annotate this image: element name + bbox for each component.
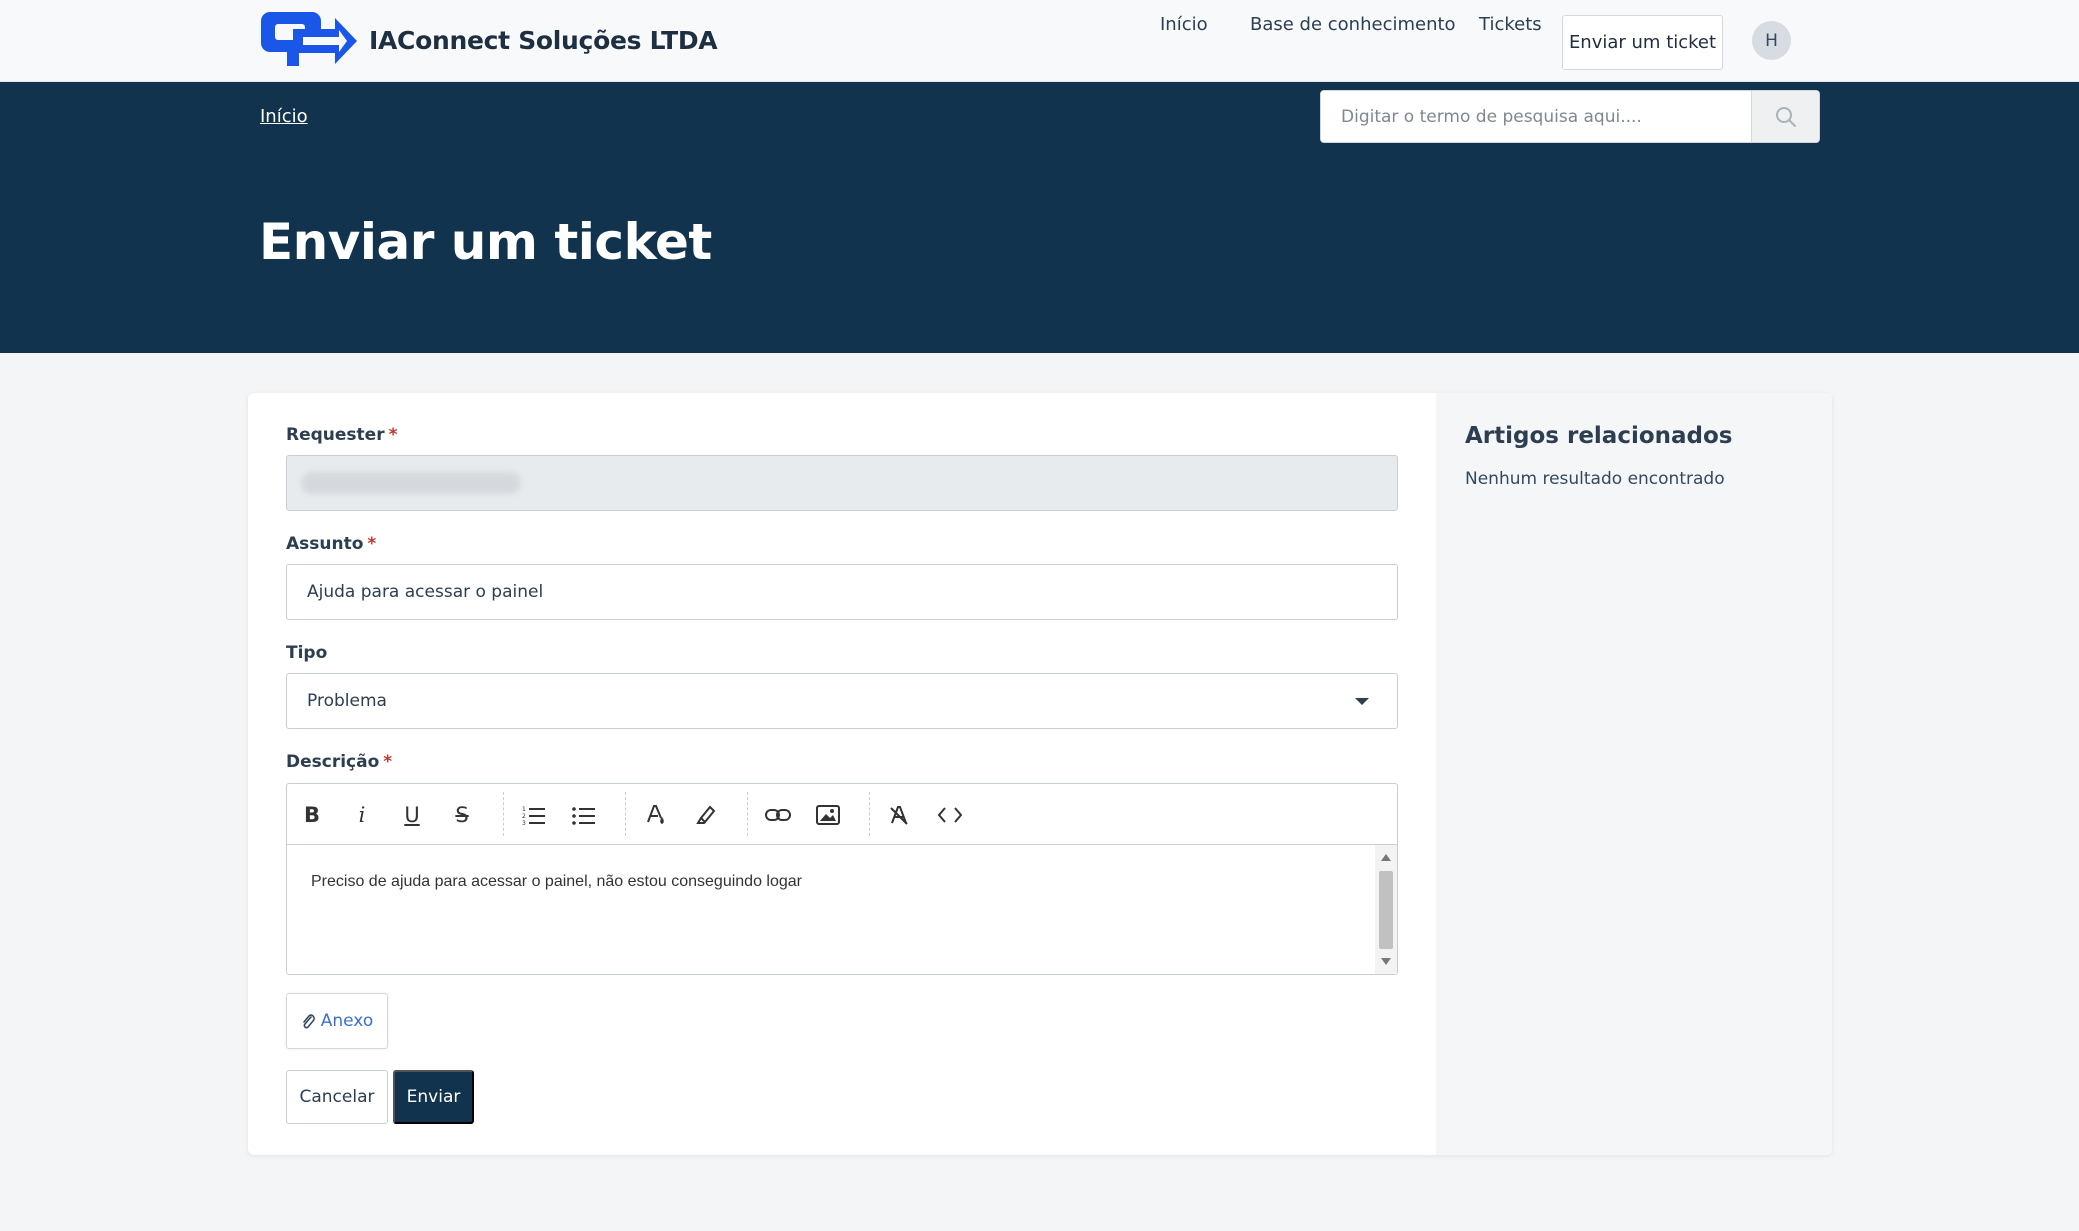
submit-button[interactable]: Enviar [393, 1070, 474, 1124]
type-selected-value: Problema [307, 691, 387, 711]
underline-button[interactable]: U [395, 798, 429, 832]
chevron-down-icon [1355, 698, 1369, 705]
description-editor: B i U S 1 2 3 Preciso de ajuda para aces… [286, 783, 1398, 975]
strikethrough-button[interactable]: S [445, 798, 479, 832]
subject-input[interactable]: Ajuda para acessar o painel [286, 564, 1398, 620]
related-articles-sidebar: Artigos relacionados Nenhum resultado en… [1436, 393, 1832, 1155]
search-icon [1775, 106, 1796, 127]
ordered-list-icon: 1 2 3 [522, 806, 545, 825]
svg-text:2: 2 [522, 813, 526, 820]
nav-link-inicio[interactable]: Início [1160, 14, 1208, 35]
svg-text:1: 1 [522, 806, 526, 813]
brand-name: IAConnect Soluções LTDA [369, 25, 718, 55]
toolbar-divider [503, 792, 504, 836]
brand-logo-icon [261, 12, 357, 66]
ticket-form-card: Requester * Assunto * Ajuda para acessar o… [248, 393, 1832, 1155]
page-hero: Início Enviar um ticket [0, 82, 2079, 353]
editor-scrollbar[interactable] [1375, 845, 1397, 974]
search-input[interactable] [1321, 91, 1751, 142]
required-marker: * [383, 752, 393, 772]
type-label: Tipo [286, 643, 328, 663]
scroll-down-arrow-icon[interactable] [1381, 958, 1391, 965]
scrollbar-thumb[interactable] [1379, 871, 1393, 949]
svg-text:3: 3 [522, 820, 526, 825]
description-textarea[interactable]: Preciso de ajuda para acessar o painel, … [287, 845, 1373, 974]
code-view-button[interactable] [933, 798, 967, 832]
requester-field [286, 455, 1398, 511]
text-color-button[interactable] [639, 798, 673, 832]
code-icon [937, 807, 963, 823]
nav-link-tickets[interactable]: Tickets [1479, 14, 1542, 35]
nav-link-knowledge-base[interactable]: Base de conhecimento [1250, 14, 1456, 35]
top-navigation: IAConnect Soluções LTDA Início Base de c… [0, 0, 2079, 82]
bullet-list-button[interactable] [567, 798, 601, 832]
image-icon [816, 805, 840, 825]
subject-label: Assunto * [286, 534, 377, 554]
requester-label: Requester * [286, 425, 398, 445]
page-title: Enviar um ticket [259, 213, 712, 271]
bold-button[interactable]: B [295, 798, 329, 832]
highlighter-icon [696, 805, 716, 824]
required-marker: * [367, 534, 377, 554]
scroll-up-arrow-icon[interactable] [1381, 854, 1391, 861]
highlight-button[interactable] [689, 798, 723, 832]
insert-image-button[interactable] [811, 798, 845, 832]
text-color-icon [647, 805, 664, 824]
toolbar-divider [747, 792, 748, 836]
bullet-list-icon [572, 807, 595, 825]
toolbar-divider [869, 792, 870, 836]
related-articles-title: Artigos relacionados [1465, 423, 1733, 449]
required-marker: * [388, 425, 398, 445]
type-select[interactable]: Problema [286, 673, 1398, 729]
toolbar-divider [625, 792, 626, 836]
attach-file-button[interactable]: Anexo [286, 993, 388, 1049]
editor-toolbar: B i U S 1 2 3 [287, 784, 1397, 845]
attach-label: Anexo [320, 1011, 374, 1031]
ordered-list-button[interactable]: 1 2 3 [517, 798, 551, 832]
redacted-requester-value [301, 472, 521, 494]
search-button[interactable] [1751, 91, 1819, 142]
clear-format-button[interactable] [883, 798, 917, 832]
submit-ticket-nav-button[interactable]: Enviar um ticket [1562, 15, 1723, 70]
description-label: Descrição * [286, 752, 393, 772]
search-box [1320, 90, 1820, 143]
link-icon [765, 809, 791, 821]
insert-link-button[interactable] [761, 798, 795, 832]
user-avatar[interactable]: H [1752, 21, 1791, 60]
paperclip-icon [302, 1014, 315, 1029]
brand-home-link[interactable]: IAConnect Soluções LTDA [259, 10, 718, 70]
cancel-button[interactable]: Cancelar [286, 1070, 388, 1124]
italic-button[interactable]: i [345, 798, 379, 832]
clear-format-icon [890, 806, 908, 825]
breadcrumb-home-link[interactable]: Início [260, 106, 308, 127]
no-results-message: Nenhum resultado encontrado [1465, 469, 1725, 489]
